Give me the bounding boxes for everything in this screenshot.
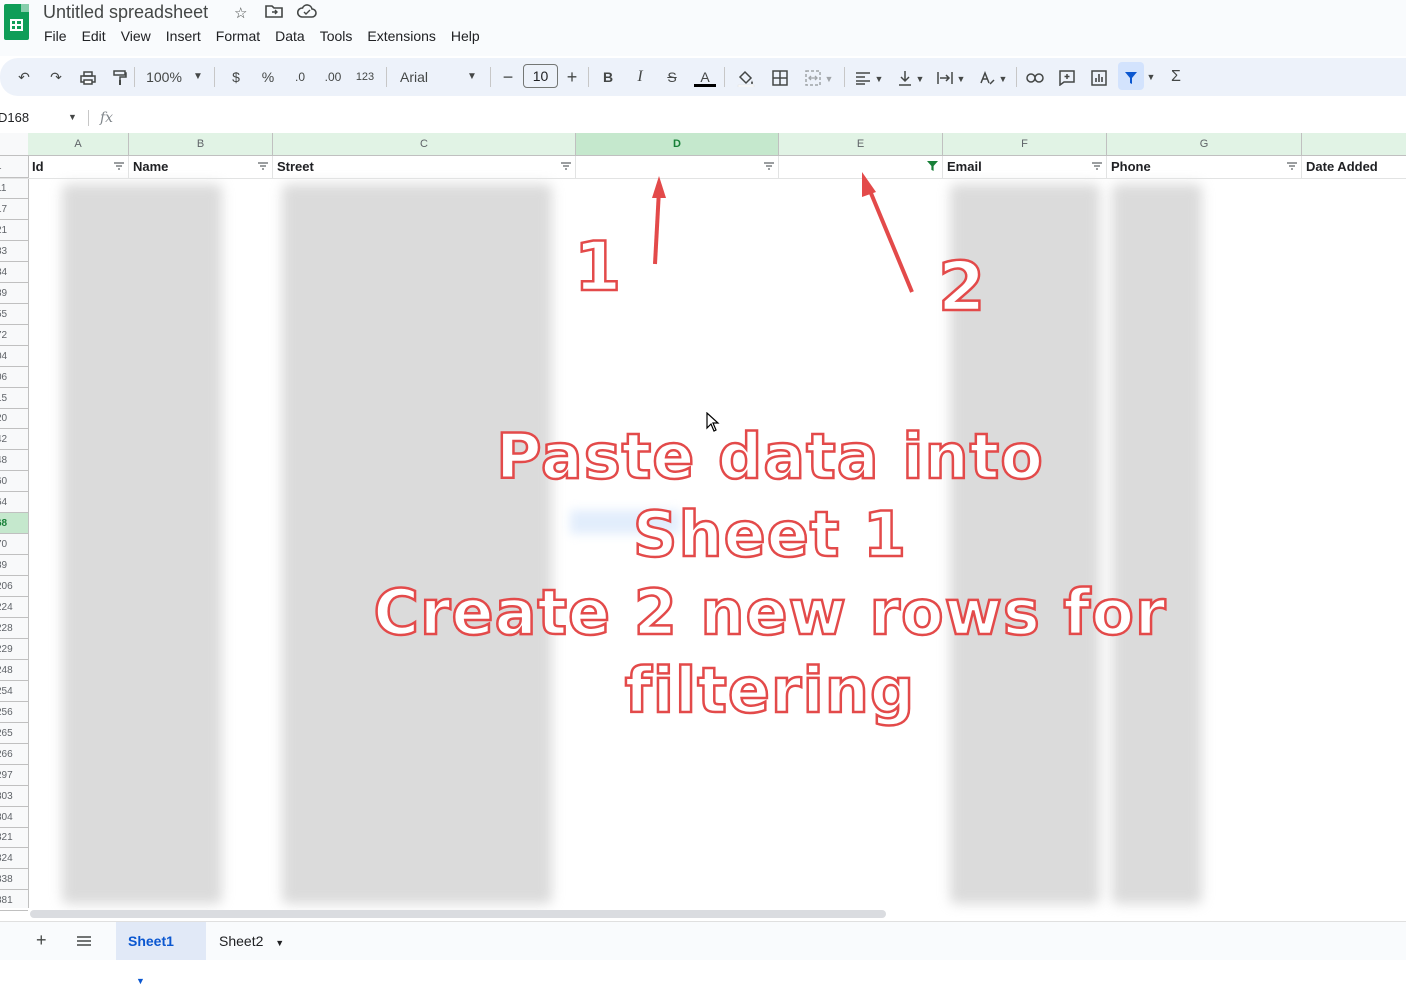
annotation-label-2: 2	[937, 247, 987, 329]
annotation-label-1: 1	[573, 227, 623, 309]
sheet-tab-sheet1[interactable]: Sheet1 ▼	[116, 922, 206, 986]
add-sheet-icon[interactable]: +	[36, 930, 47, 951]
sheet-tab-sheet2[interactable]: Sheet2 ▼	[207, 922, 299, 960]
arrow-1	[652, 176, 666, 265]
sheet-tab-bar: + Sheet1 ▼ Sheet2 ▼	[0, 921, 1406, 986]
chevron-down-icon[interactable]: ▼	[136, 976, 145, 986]
chevron-down-icon[interactable]: ▼	[275, 938, 284, 948]
annotation-line-1: Paste data into	[495, 419, 1044, 495]
sheet-tab-label: Sheet1	[128, 933, 174, 949]
sheet-tab-label: Sheet2	[219, 933, 264, 949]
mouse-cursor-icon	[706, 412, 720, 432]
arrow-2	[862, 172, 914, 293]
instruction-annotation: Paste data into Sheet 1 Create 2 new row…	[270, 418, 1270, 730]
all-sheets-icon[interactable]	[76, 934, 92, 952]
annotation-line-2: Sheet 1	[632, 497, 908, 573]
horizontal-scrollbar[interactable]	[30, 910, 886, 918]
annotation-line-3: Create 2 new rows for filtering	[372, 575, 1167, 729]
